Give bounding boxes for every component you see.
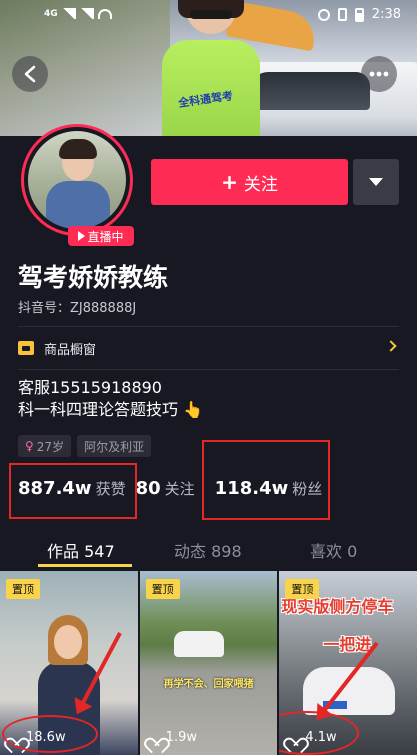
tag-location: 阿尔及利亚 — [77, 435, 152, 457]
avatar-hair — [59, 139, 97, 159]
shop-icon — [18, 341, 34, 355]
play-icon — [78, 231, 86, 241]
tab-works[interactable]: 作品 547 — [47, 538, 115, 562]
thumbnail-car — [173, 631, 224, 657]
status-bar-right: 2:38 — [317, 7, 401, 22]
status-bar-left: 4G — [44, 8, 112, 19]
video-grid: 置顶 18.6w 置顶 再学不会、回家喂猪 1.9w 现实版侧方停车 一把进 置… — [0, 571, 417, 755]
caret-down-icon — [369, 178, 383, 186]
plus-icon: + — [221, 170, 238, 194]
status-bar: 4G 2:38 — [0, 0, 417, 30]
shop-window-row[interactable]: 商品橱窗 — [18, 333, 399, 363]
recommend-dropdown-button[interactable] — [353, 159, 399, 205]
bio-line-2: 科一科四理论答题技巧 — [18, 400, 179, 419]
pinned-badge: 置顶 — [6, 579, 40, 599]
tab-posts[interactable]: 动态 898 — [174, 538, 242, 562]
more-dots-icon — [369, 71, 389, 77]
divider — [18, 369, 399, 370]
video-thumbnail[interactable]: 置顶 再学不会、回家喂猪 1.9w — [139, 571, 278, 755]
avatar[interactable] — [21, 124, 133, 236]
chevron-right-icon — [385, 340, 397, 352]
profile-bio: 客服15515918890 科一科四理论答题技巧 👆 — [18, 377, 203, 421]
female-icon: ♀ — [25, 439, 34, 453]
vibrate-icon — [337, 8, 347, 21]
tag-age: ♀ 27岁 — [18, 435, 72, 457]
douyin-id: 抖音号：ZJ888888J — [18, 301, 137, 316]
network-type: 4G — [44, 8, 58, 19]
content-tabs: 作品 547 动态 898 喜欢 0 — [0, 532, 417, 568]
tag-age-label: 27岁 — [36, 439, 65, 454]
video-thumbnail[interactable]: 现实版侧方停车 一把进 置顶 4.1w — [279, 571, 417, 755]
annotation-box-likes — [9, 463, 137, 519]
video-thumbnail[interactable]: 置顶 18.6w — [0, 571, 138, 755]
follow-button-label: 关注 — [243, 174, 278, 195]
bio-line-1: 客服15515918890 — [18, 378, 162, 397]
profile-tags: ♀ 27岁 阿尔及利亚 — [18, 435, 152, 457]
bio-line-2-row: 科一科四理论答题技巧 👆 — [18, 399, 203, 421]
chevron-left-icon — [24, 65, 36, 83]
thumbnail-person-face — [54, 625, 82, 659]
stat-following[interactable]: 80 关注 — [136, 478, 195, 499]
tag-location-label: 阿尔及利亚 — [84, 439, 145, 454]
avatar-body — [46, 181, 110, 229]
status-time: 2:38 — [371, 7, 401, 22]
signal-icon — [61, 8, 76, 19]
pinned-badge: 置顶 — [145, 579, 180, 599]
heart-icon — [148, 731, 162, 744]
alarm-icon — [317, 8, 330, 21]
back-button[interactable] — [12, 56, 48, 92]
profile-name: 驾考娇娇教练 — [18, 263, 169, 292]
shop-window-label: 商品橱窗 — [44, 342, 97, 358]
banner-car-window — [250, 72, 370, 110]
live-badge[interactable]: 直播中 — [68, 226, 134, 246]
stat-following-label: 关注 — [164, 480, 195, 498]
pointing-hand-icon: 👆 — [183, 400, 204, 419]
battery-icon — [354, 7, 364, 22]
active-tab-indicator — [38, 564, 132, 567]
signal-icon-2 — [79, 8, 94, 19]
annotation-box-followers — [202, 440, 330, 520]
more-options-button[interactable] — [361, 56, 397, 92]
video-caption: 再学不会、回家喂猪 — [163, 679, 254, 690]
video-caption-line-2: 一把进 — [323, 635, 372, 654]
video-likes: 1.9w — [148, 730, 197, 745]
stat-following-number: 80 — [135, 478, 161, 499]
tab-likes[interactable]: 喜欢 0 — [310, 538, 357, 562]
wifi-icon — [97, 8, 112, 19]
divider — [18, 326, 399, 327]
live-badge-label: 直播中 — [87, 229, 124, 244]
pinned-badge: 置顶 — [285, 579, 320, 599]
avatar-image — [28, 131, 126, 229]
follow-button[interactable]: + 关注 — [151, 159, 348, 205]
annotation-ellipse — [2, 715, 98, 753]
